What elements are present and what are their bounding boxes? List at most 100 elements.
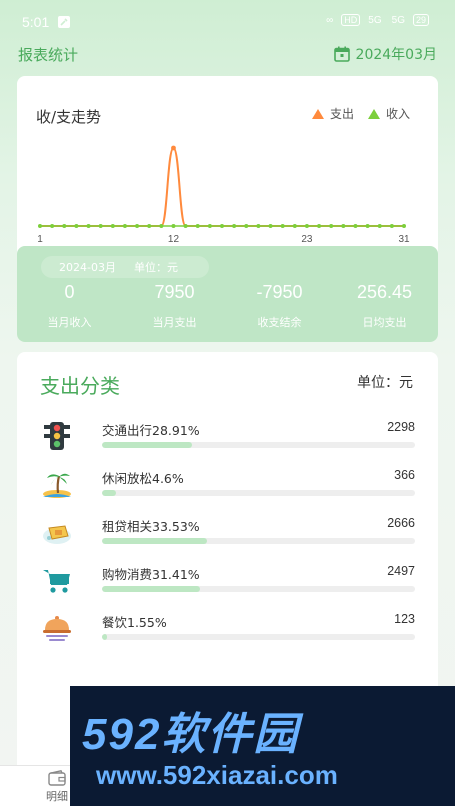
summary-month: 2024-03月 xyxy=(59,261,116,274)
category-progress-fill xyxy=(102,586,201,592)
summary-unit: 单位：元 xyxy=(133,261,178,274)
stat-value: -7950 xyxy=(256,282,303,302)
watermark-url: www.592xiazai.com xyxy=(96,760,338,790)
status-icons: ∞ HD 5G 5G 29 xyxy=(324,14,429,26)
category-row[interactable]: 购物消费31.41% 2497 xyxy=(17,564,438,610)
category-progress-track xyxy=(102,442,415,448)
x-tick-label: 31 xyxy=(398,234,410,245)
category-progress-track xyxy=(102,586,415,592)
triangle-orange-icon xyxy=(311,108,324,119)
rent-icon xyxy=(43,525,71,544)
stat-label: 日均支出 xyxy=(362,316,407,329)
category-progress-fill xyxy=(102,490,117,496)
stat-value: 7950 xyxy=(154,282,195,302)
network-badge: HD xyxy=(341,14,361,26)
summary-stats: 0 当月收入 7950 当月支出 -7950 收支结余 256.45 日均支出 xyxy=(17,282,438,330)
income-point xyxy=(292,224,297,228)
category-name: 餐饮1.55% xyxy=(102,615,167,630)
category-progress-fill xyxy=(102,538,207,544)
category-row[interactable]: 休闲放松4.6% 366 xyxy=(17,468,438,514)
signal-1-label: 5G xyxy=(368,14,382,26)
income-point xyxy=(98,224,103,228)
trend-chart: 1 12 23 31 xyxy=(37,145,410,245)
stat-value: 0 xyxy=(64,282,75,302)
income-point xyxy=(220,224,224,228)
income-point xyxy=(280,224,285,228)
category-name: 租贷相关33.53% xyxy=(102,519,200,534)
summary-panel: 2024-03月 单位：元 0 当月收入 7950 当月支出 -7950 收支结… xyxy=(17,246,438,342)
triangle-green-icon xyxy=(367,108,380,119)
trend-title: 收/支走势 xyxy=(36,108,102,126)
income-point xyxy=(304,224,309,228)
income-point xyxy=(62,224,67,228)
category-amount: 2298 xyxy=(387,420,415,434)
stat-expense: 7950 当月支出 xyxy=(122,282,227,330)
income-point xyxy=(135,224,140,228)
income-point xyxy=(329,224,334,228)
category-amount: 2666 xyxy=(387,516,415,530)
category-progress-track xyxy=(102,538,415,544)
month-label: 2024年03月 xyxy=(355,47,437,63)
summary-pill: 2024-03月 单位：元 xyxy=(41,256,209,278)
income-point xyxy=(256,224,261,228)
stat-daily-avg: 256.45 日均支出 xyxy=(332,282,437,330)
income-point xyxy=(353,224,358,228)
category-amount: 123 xyxy=(394,612,415,626)
traffic-light-icon xyxy=(44,422,70,450)
stat-balance: -7950 收支结余 xyxy=(227,282,332,330)
x-tick-label: 23 xyxy=(301,234,313,245)
category-row[interactable]: 餐饮1.55% 123 xyxy=(17,612,438,658)
expense-line xyxy=(40,146,404,227)
legend-expense-label: 支出 xyxy=(329,107,354,121)
food-cloche-icon xyxy=(43,616,71,641)
status-time: 5:01 xyxy=(22,14,50,30)
legend-expense: 支出 xyxy=(311,105,354,122)
category-amount: 2497 xyxy=(387,564,415,578)
income-point xyxy=(244,224,249,228)
page-title: 报表统计 xyxy=(18,46,79,64)
wrench-icon xyxy=(58,16,70,28)
category-name: 交通出行28.91% xyxy=(102,423,200,438)
category-progress-track xyxy=(102,634,415,640)
watermark-logo-text: 592软件园 xyxy=(82,710,300,759)
category-row[interactable]: 交通出行28.91% 2298 xyxy=(17,420,438,466)
trend-card: 收/支走势 支出 收入 1 12 23 31 2024-03月 单位：元 0 当月收入… xyxy=(17,76,438,342)
month-picker[interactable]: 2024年03月 xyxy=(333,44,437,64)
category-progress-fill xyxy=(102,634,107,640)
category-name: 休闲放松4.6% xyxy=(102,471,184,486)
income-point xyxy=(341,224,346,228)
income-point xyxy=(50,224,55,228)
wallet-icon xyxy=(48,770,66,786)
category-unit: 单位：元 xyxy=(357,375,413,391)
income-point xyxy=(147,224,152,228)
legend-income: 收入 xyxy=(367,105,410,122)
expense-point xyxy=(171,145,176,151)
category-title: 支出分类 xyxy=(40,374,120,398)
income-point xyxy=(122,224,127,228)
category-row[interactable]: 租贷相关33.53% 2666 xyxy=(17,516,438,562)
income-point xyxy=(38,224,42,228)
income-point xyxy=(389,224,394,228)
category-name: 购物消费31.41% xyxy=(102,567,200,582)
income-point xyxy=(207,224,212,228)
income-point xyxy=(171,224,176,228)
income-point xyxy=(268,224,273,228)
chart-legend: 支出 收入 xyxy=(311,105,410,122)
page-header: 报表统计 2024年03月 xyxy=(0,40,455,70)
palm-beach-icon xyxy=(43,473,71,498)
stat-label: 收支结余 xyxy=(257,316,302,329)
stat-label: 当月支出 xyxy=(152,316,197,329)
nav-label: 明细 xyxy=(46,790,68,803)
link-icon: ∞ xyxy=(326,14,334,26)
status-bar: 5:01 ∞ HD 5G 5G 29 xyxy=(0,0,455,44)
signal-2-label: 5G xyxy=(391,14,405,26)
income-point xyxy=(110,224,115,228)
income-point xyxy=(74,224,79,228)
income-point xyxy=(195,224,200,228)
income-point xyxy=(402,224,406,228)
category-progress-fill xyxy=(102,442,193,448)
income-point xyxy=(232,224,237,228)
income-point xyxy=(183,224,188,228)
stat-label: 当月收入 xyxy=(47,316,92,329)
category-progress-track xyxy=(102,490,415,496)
